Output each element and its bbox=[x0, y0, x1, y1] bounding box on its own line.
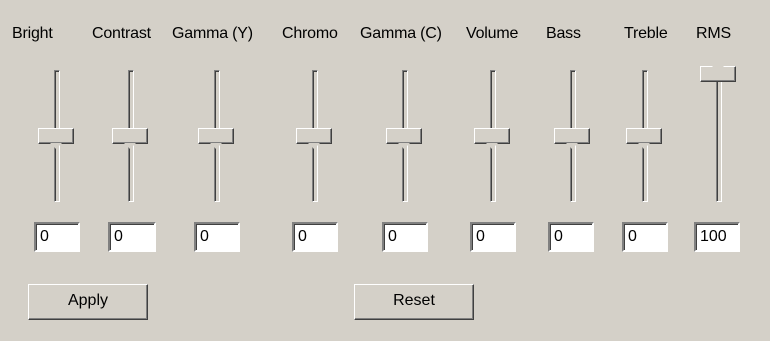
label-bright: Bright bbox=[12, 25, 53, 42]
slider-thumb[interactable] bbox=[296, 128, 332, 149]
slider-thumb[interactable] bbox=[198, 128, 234, 149]
slider-thumb[interactable] bbox=[474, 128, 510, 149]
slider-track bbox=[716, 70, 722, 202]
apply-button[interactable]: Apply bbox=[28, 284, 148, 320]
value-field-volume[interactable]: 0 bbox=[470, 222, 516, 252]
slider-bass[interactable] bbox=[552, 66, 592, 206]
value-field-contrast[interactable]: 0 bbox=[108, 222, 156, 252]
slider-bright[interactable] bbox=[36, 66, 76, 206]
value-field-bass[interactable]: 0 bbox=[548, 222, 594, 252]
slider-contrast[interactable] bbox=[110, 66, 150, 206]
value-field-gamma-c[interactable]: 0 bbox=[382, 222, 428, 252]
slider-thumb[interactable] bbox=[700, 61, 736, 82]
value-field-treble[interactable]: 0 bbox=[622, 222, 668, 252]
label-bass: Bass bbox=[546, 25, 581, 42]
slider-thumb[interactable] bbox=[112, 128, 148, 149]
slider-gamma-y[interactable] bbox=[196, 66, 236, 206]
equalizer-panel: Bright Contrast Gamma (Y) Chromo Gamma (… bbox=[0, 0, 770, 341]
slider-volume[interactable] bbox=[472, 66, 512, 206]
value-field-rms[interactable]: 100 bbox=[694, 222, 740, 252]
value-field-chromo[interactable]: 0 bbox=[292, 222, 338, 252]
slider-gamma-c[interactable] bbox=[384, 66, 424, 206]
slider-chromo[interactable] bbox=[294, 66, 334, 206]
slider-rms[interactable] bbox=[698, 61, 738, 206]
slider-thumb[interactable] bbox=[386, 128, 422, 149]
label-treble: Treble bbox=[624, 25, 668, 42]
slider-thumb[interactable] bbox=[626, 128, 662, 149]
slider-thumb[interactable] bbox=[38, 128, 74, 149]
value-field-bright[interactable]: 0 bbox=[34, 222, 80, 252]
label-gamma-c: Gamma (C) bbox=[360, 25, 442, 42]
label-rms: RMS bbox=[696, 25, 731, 42]
label-contrast: Contrast bbox=[92, 25, 151, 42]
slider-treble[interactable] bbox=[624, 66, 664, 206]
label-chromo: Chromo bbox=[282, 25, 338, 42]
value-field-gamma-y[interactable]: 0 bbox=[194, 222, 240, 252]
reset-button[interactable]: Reset bbox=[354, 284, 474, 320]
label-volume: Volume bbox=[466, 25, 519, 42]
label-gamma-y: Gamma (Y) bbox=[172, 25, 253, 42]
slider-thumb[interactable] bbox=[554, 128, 590, 149]
